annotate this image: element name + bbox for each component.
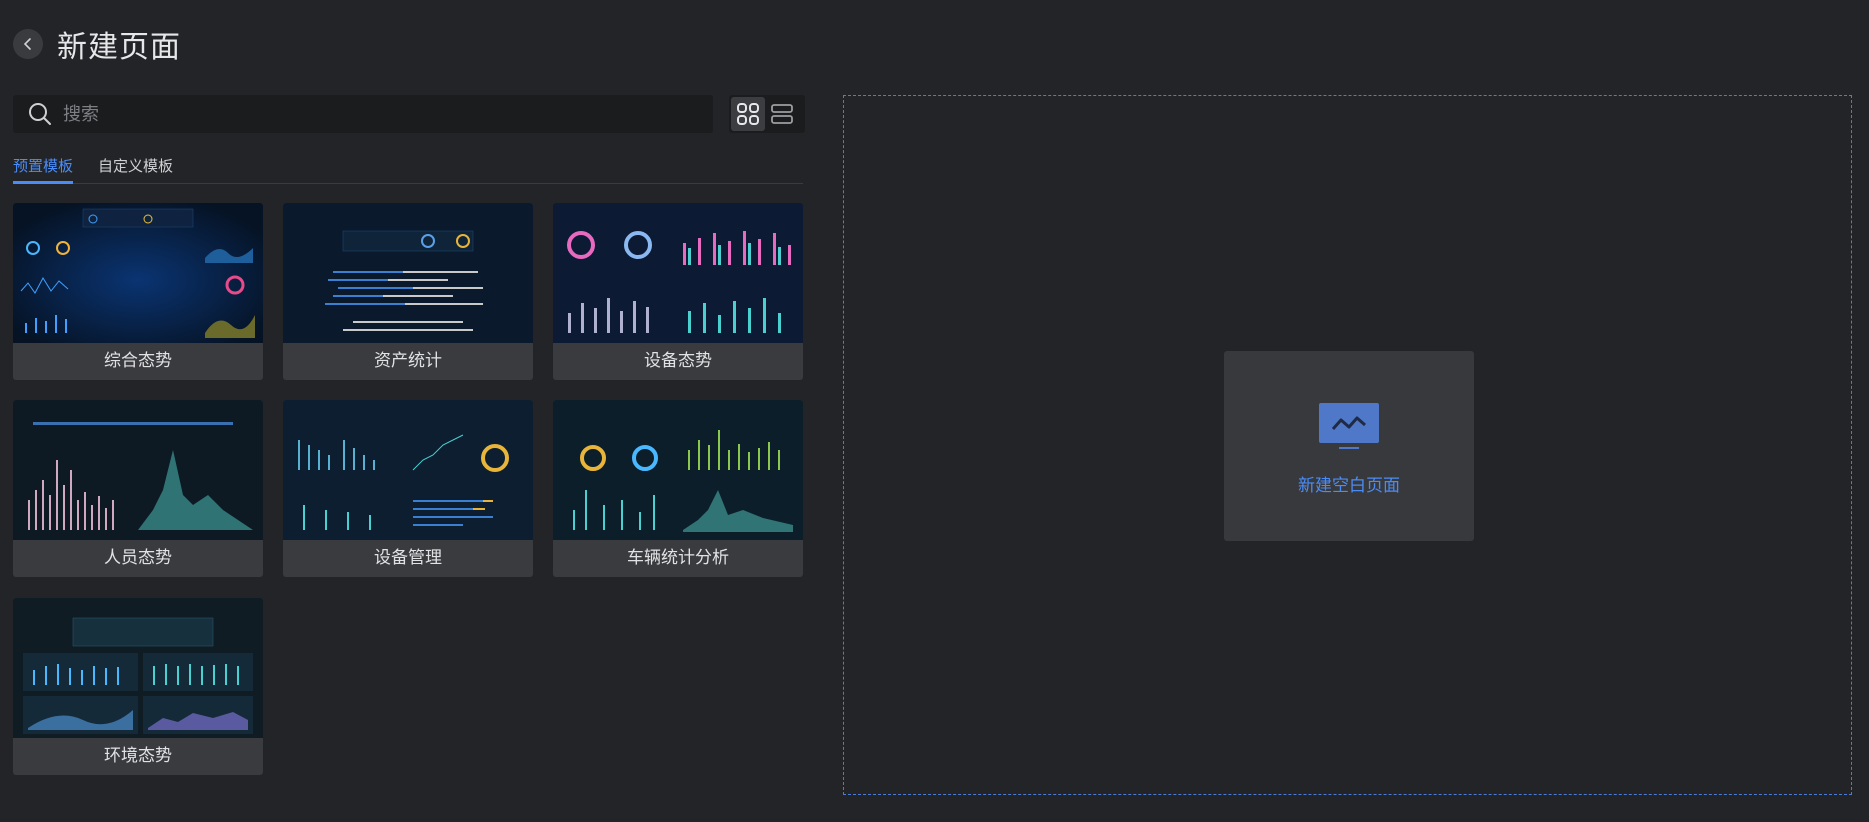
template-card-assets[interactable]: 资产统计: [283, 203, 533, 380]
template-label: 设备态势: [644, 351, 712, 371]
search-bar: [13, 95, 713, 133]
template-thumbnail: [553, 203, 803, 343]
blank-page-icon: [1319, 403, 1379, 449]
template-label: 综合态势: [104, 351, 172, 371]
preview-panel: 新建空白页面: [843, 95, 1852, 795]
template-card-environment[interactable]: 环境态势: [13, 598, 263, 775]
template-label: 环境态势: [104, 746, 172, 766]
template-thumbnail: [13, 203, 263, 343]
chevron-left-icon: [23, 38, 31, 50]
template-card-device-status[interactable]: 设备态势: [553, 203, 803, 380]
list-view-button[interactable]: [765, 97, 799, 131]
template-label: 人员态势: [104, 548, 172, 568]
view-toggle: [729, 95, 805, 133]
template-thumbnail: [283, 203, 533, 343]
tab-preset-templates[interactable]: 预置模板: [13, 155, 73, 176]
template-label: 资产统计: [374, 351, 442, 371]
template-card-comprehensive[interactable]: 综合态势: [13, 203, 263, 380]
list-view-icon: [771, 104, 793, 124]
page-header: 新建页面: [13, 26, 181, 65]
grid-view-button[interactable]: [731, 97, 765, 131]
template-card-vehicle-stats[interactable]: 车辆统计分析: [553, 400, 803, 577]
page-title: 新建页面: [57, 30, 181, 65]
template-label: 车辆统计分析: [627, 548, 729, 568]
search-input[interactable]: [61, 102, 713, 126]
template-thumbnail: [13, 400, 263, 540]
template-thumbnail: [13, 598, 263, 738]
template-thumbnail: [553, 400, 803, 540]
back-button[interactable]: [13, 29, 43, 59]
grid-view-icon: [737, 103, 759, 125]
active-tab-indicator: [13, 181, 73, 184]
template-tabs: 预置模板 自定义模板: [13, 150, 803, 184]
new-blank-page-button[interactable]: 新建空白页面: [1224, 351, 1474, 541]
template-card-device-management[interactable]: 设备管理: [283, 400, 533, 577]
template-label: 设备管理: [374, 548, 442, 568]
template-thumbnail: [283, 400, 533, 540]
template-card-personnel[interactable]: 人员态势: [13, 400, 263, 577]
tab-custom-templates[interactable]: 自定义模板: [98, 155, 173, 176]
new-blank-page-label: 新建空白页面: [1298, 476, 1400, 496]
search-icon: [29, 103, 51, 125]
